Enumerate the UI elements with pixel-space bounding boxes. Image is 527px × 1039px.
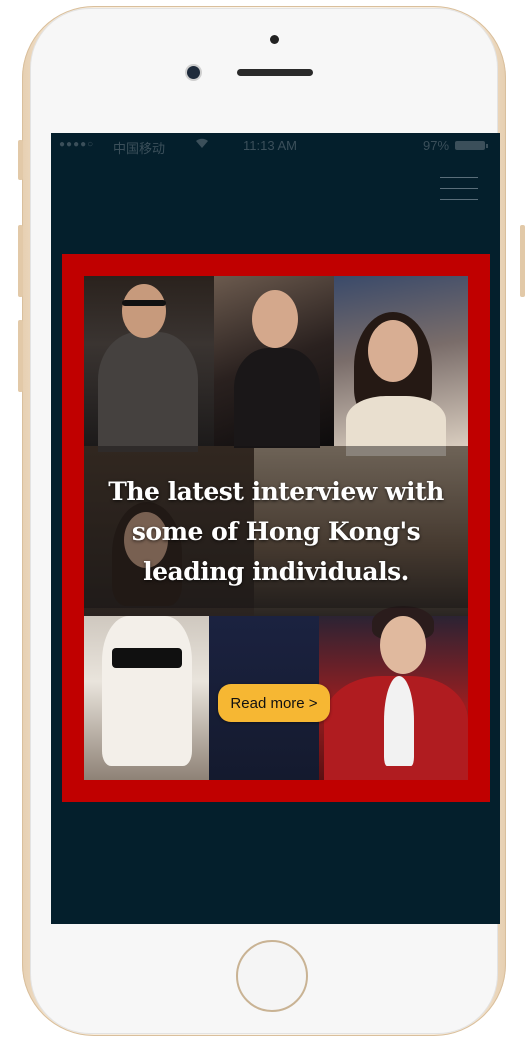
volume-up-button <box>18 225 23 297</box>
home-button[interactable] <box>236 940 308 1012</box>
signal-strength: ●●●●○ <box>59 139 95 150</box>
volume-down-button <box>18 320 23 392</box>
status-bar: ●●●●○ 中国移动 11:13 AM 97% <box>51 133 500 159</box>
battery-percent: 97% <box>423 138 450 153</box>
phone-screen: ●●●●○ 中国移动 11:13 AM 97% The latest inter… <box>51 133 500 924</box>
battery-icon <box>455 141 488 150</box>
status-time: 11:13 AM <box>243 138 297 153</box>
banner-headline: The latest interview with some of Hong K… <box>108 477 444 586</box>
power-button <box>520 225 525 297</box>
read-more-button[interactable]: Read more > <box>218 684 330 722</box>
banner-photo-collage: The latest interview with some of Hong K… <box>84 276 468 780</box>
hamburger-menu-icon[interactable] <box>440 177 478 207</box>
wifi-icon <box>195 137 209 152</box>
proximity-sensor <box>270 35 279 44</box>
mute-switch <box>18 140 23 180</box>
earpiece-speaker <box>237 69 313 76</box>
carrier-name: 中国移动 <box>113 141 166 156</box>
front-camera-icon <box>187 66 200 79</box>
ad-banner[interactable]: The latest interview with some of Hong K… <box>62 254 490 802</box>
